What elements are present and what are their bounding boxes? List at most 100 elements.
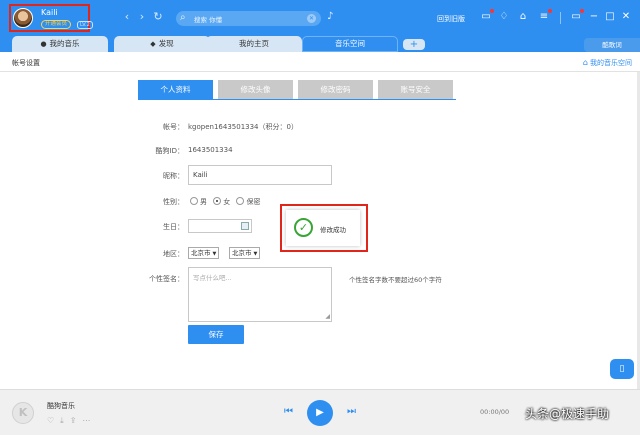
tab-discover[interactable]: ◆ 发现 bbox=[114, 36, 210, 52]
page-title: 帐号设置 bbox=[12, 59, 40, 67]
playback-time: 00:00/00 bbox=[480, 408, 510, 416]
player-bar: K 酷狗音乐 ♡⤓⇪⋯ ⏮ ▶ ⏭ 00:00/00 头条@极速手助 bbox=[0, 389, 640, 435]
sub-header: 帐号设置 ⌂ 我的音乐空间 bbox=[0, 52, 640, 72]
gender-option-secret[interactable]: 保密 bbox=[236, 197, 261, 206]
refresh-icon[interactable]: ↻ bbox=[153, 11, 163, 23]
account-value: kgopen1643501334（积分：0） bbox=[188, 123, 298, 131]
chevron-down-icon: ▼ bbox=[253, 251, 258, 257]
watermark: 头条@极速手助 bbox=[525, 407, 610, 421]
tab-change-password[interactable]: 修改密码 bbox=[298, 80, 373, 99]
radio-secret[interactable] bbox=[236, 197, 245, 205]
add-tab-button[interactable]: + bbox=[403, 39, 425, 50]
window-control-separator bbox=[560, 12, 561, 24]
my-space-label: 我的音乐空间 bbox=[590, 59, 632, 67]
download-icon[interactable]: ⤓ bbox=[60, 416, 70, 425]
back-arrow-icon[interactable]: ‹ bbox=[122, 11, 132, 23]
region-label: 地区： bbox=[163, 250, 184, 258]
birthday-label: 生日： bbox=[163, 223, 184, 231]
my-music-space-link[interactable]: ⌂ 我的音乐空间 bbox=[583, 58, 632, 68]
resize-grip-icon[interactable]: ◢ bbox=[325, 314, 330, 320]
birthday-input[interactable] bbox=[188, 219, 252, 233]
album-logo[interactable]: K bbox=[12, 402, 34, 424]
calendar-icon[interactable] bbox=[241, 222, 249, 230]
search-input[interactable]: 搜索 你懂 bbox=[194, 14, 222, 24]
tab-underline bbox=[138, 99, 456, 100]
success-toast: ✓ 修改成功 bbox=[286, 210, 360, 246]
search-box[interactable]: ⌕ 搜索 你懂 ✕ bbox=[176, 11, 321, 26]
search-icon: ⌕ bbox=[180, 12, 186, 23]
previous-track-icon[interactable]: ⏮ bbox=[284, 406, 293, 418]
close-icon[interactable]: ✕ bbox=[620, 11, 632, 23]
notification-dot bbox=[490, 9, 494, 13]
gender-male-label: 男 bbox=[200, 198, 207, 206]
mini-mode-icon[interactable]: ▭ bbox=[570, 9, 584, 23]
minimize-icon[interactable]: − bbox=[588, 11, 600, 23]
chevron-down-icon: ▼ bbox=[212, 251, 217, 257]
username[interactable]: Kaili bbox=[41, 8, 58, 17]
vip-badge[interactable]: 开通会员 bbox=[41, 20, 72, 29]
nickname-input[interactable]: Kaili bbox=[188, 165, 332, 185]
tab-music-space[interactable]: 音乐空间 bbox=[302, 36, 398, 52]
voice-search-icon[interactable]: ♪ bbox=[327, 11, 333, 22]
tab-label: 我的音乐 bbox=[49, 39, 80, 48]
phone-sync-icon[interactable]: ▯ bbox=[610, 359, 634, 379]
gender-option-male[interactable]: 男 bbox=[190, 197, 207, 206]
share-icon[interactable]: ⇪ bbox=[70, 416, 83, 425]
tab-label: 发现 bbox=[158, 39, 174, 48]
gender-option-female[interactable]: 女 bbox=[213, 197, 231, 206]
gender-female-label: 女 bbox=[223, 198, 231, 206]
checkmark-icon: ✓ bbox=[294, 218, 313, 237]
menu-icon[interactable]: ≡ bbox=[538, 9, 552, 23]
top-bar: Kaili 开通会员 LV.2 ‹ › ↻ ⌕ 搜索 你懂 ✕ ♪ 回到旧版 ▭… bbox=[0, 0, 640, 34]
radio-male[interactable] bbox=[190, 197, 198, 205]
gender-secret-label: 保密 bbox=[246, 198, 261, 206]
account-label: 帐号： bbox=[163, 123, 184, 131]
tab-change-avatar[interactable]: 修改头像 bbox=[218, 80, 293, 99]
lyrics-label: 酷歌词 bbox=[602, 41, 622, 49]
player-title: 酷狗音乐 bbox=[47, 402, 75, 410]
account-settings-panel: 个人资料 修改头像 修改密码 账号安全 帐号： kgopen1643501334… bbox=[0, 72, 640, 389]
radio-female[interactable] bbox=[213, 197, 222, 205]
back-to-old-version-link[interactable]: 回到旧版 bbox=[437, 14, 465, 24]
maximize-icon[interactable]: □ bbox=[604, 11, 616, 23]
tab-account-security[interactable]: 账号安全 bbox=[378, 80, 453, 99]
player-actions: ♡⤓⇪⋯ bbox=[47, 416, 96, 426]
province-value: 北京市 bbox=[191, 249, 211, 257]
signature-placeholder: 写点什么吧... bbox=[193, 274, 232, 282]
user-profile-box[interactable]: Kaili 开通会员 LV.2 bbox=[9, 4, 93, 32]
save-button[interactable]: 保存 bbox=[188, 325, 244, 344]
play-button[interactable]: ▶ bbox=[307, 400, 333, 426]
avatar[interactable] bbox=[13, 8, 33, 28]
tab-label: 我的主页 bbox=[239, 39, 269, 48]
signature-textarea[interactable]: 写点什么吧... ◢ bbox=[188, 267, 332, 322]
city-select[interactable]: 北京市 ▼ bbox=[229, 247, 261, 259]
kugou-id-label: 酷狗ID： bbox=[155, 147, 184, 155]
home-icon: ⌂ bbox=[582, 58, 588, 67]
mini-mode-dot bbox=[580, 9, 584, 13]
tab-profile[interactable]: 个人资料 bbox=[138, 80, 213, 99]
heart-icon[interactable]: ♡ bbox=[47, 416, 60, 425]
more-icon[interactable]: ⋯ bbox=[82, 416, 96, 425]
forward-arrow-icon[interactable]: › bbox=[137, 11, 147, 23]
province-select[interactable]: 北京市 ▼ bbox=[188, 247, 220, 259]
compass-icon: ◆ bbox=[150, 40, 156, 48]
message-icon[interactable]: ▭ bbox=[480, 9, 494, 23]
city-value: 北京市 bbox=[232, 249, 252, 257]
toast-highlight: ✓ 修改成功 bbox=[280, 204, 368, 252]
nickname-label: 昵称： bbox=[163, 172, 184, 180]
kugou-id-value: 1643501334 bbox=[188, 146, 233, 154]
tab-my-homepage[interactable]: 我的主页 bbox=[206, 36, 302, 52]
clear-search-icon[interactable]: ✕ bbox=[307, 14, 316, 23]
lyrics-button[interactable]: 酷歌词 bbox=[584, 38, 640, 52]
tab-label: 音乐空间 bbox=[335, 39, 365, 48]
skin-icon[interactable]: ♢ bbox=[498, 11, 510, 23]
menu-notification-dot bbox=[548, 9, 552, 13]
gender-radio-group: 男 女 保密 bbox=[190, 197, 264, 207]
main-tab-bar: ● 我的音乐 ◆ 发现 我的主页 音乐空间 + bbox=[0, 34, 640, 52]
tab-my-music[interactable]: ● 我的音乐 bbox=[12, 36, 108, 52]
next-track-icon[interactable]: ⏭ bbox=[347, 406, 356, 418]
user-icon: ● bbox=[40, 40, 47, 48]
toast-message: 修改成功 bbox=[320, 226, 346, 234]
level-badge: LV.2 bbox=[77, 21, 93, 29]
gift-icon[interactable]: ⌂ bbox=[517, 11, 529, 23]
